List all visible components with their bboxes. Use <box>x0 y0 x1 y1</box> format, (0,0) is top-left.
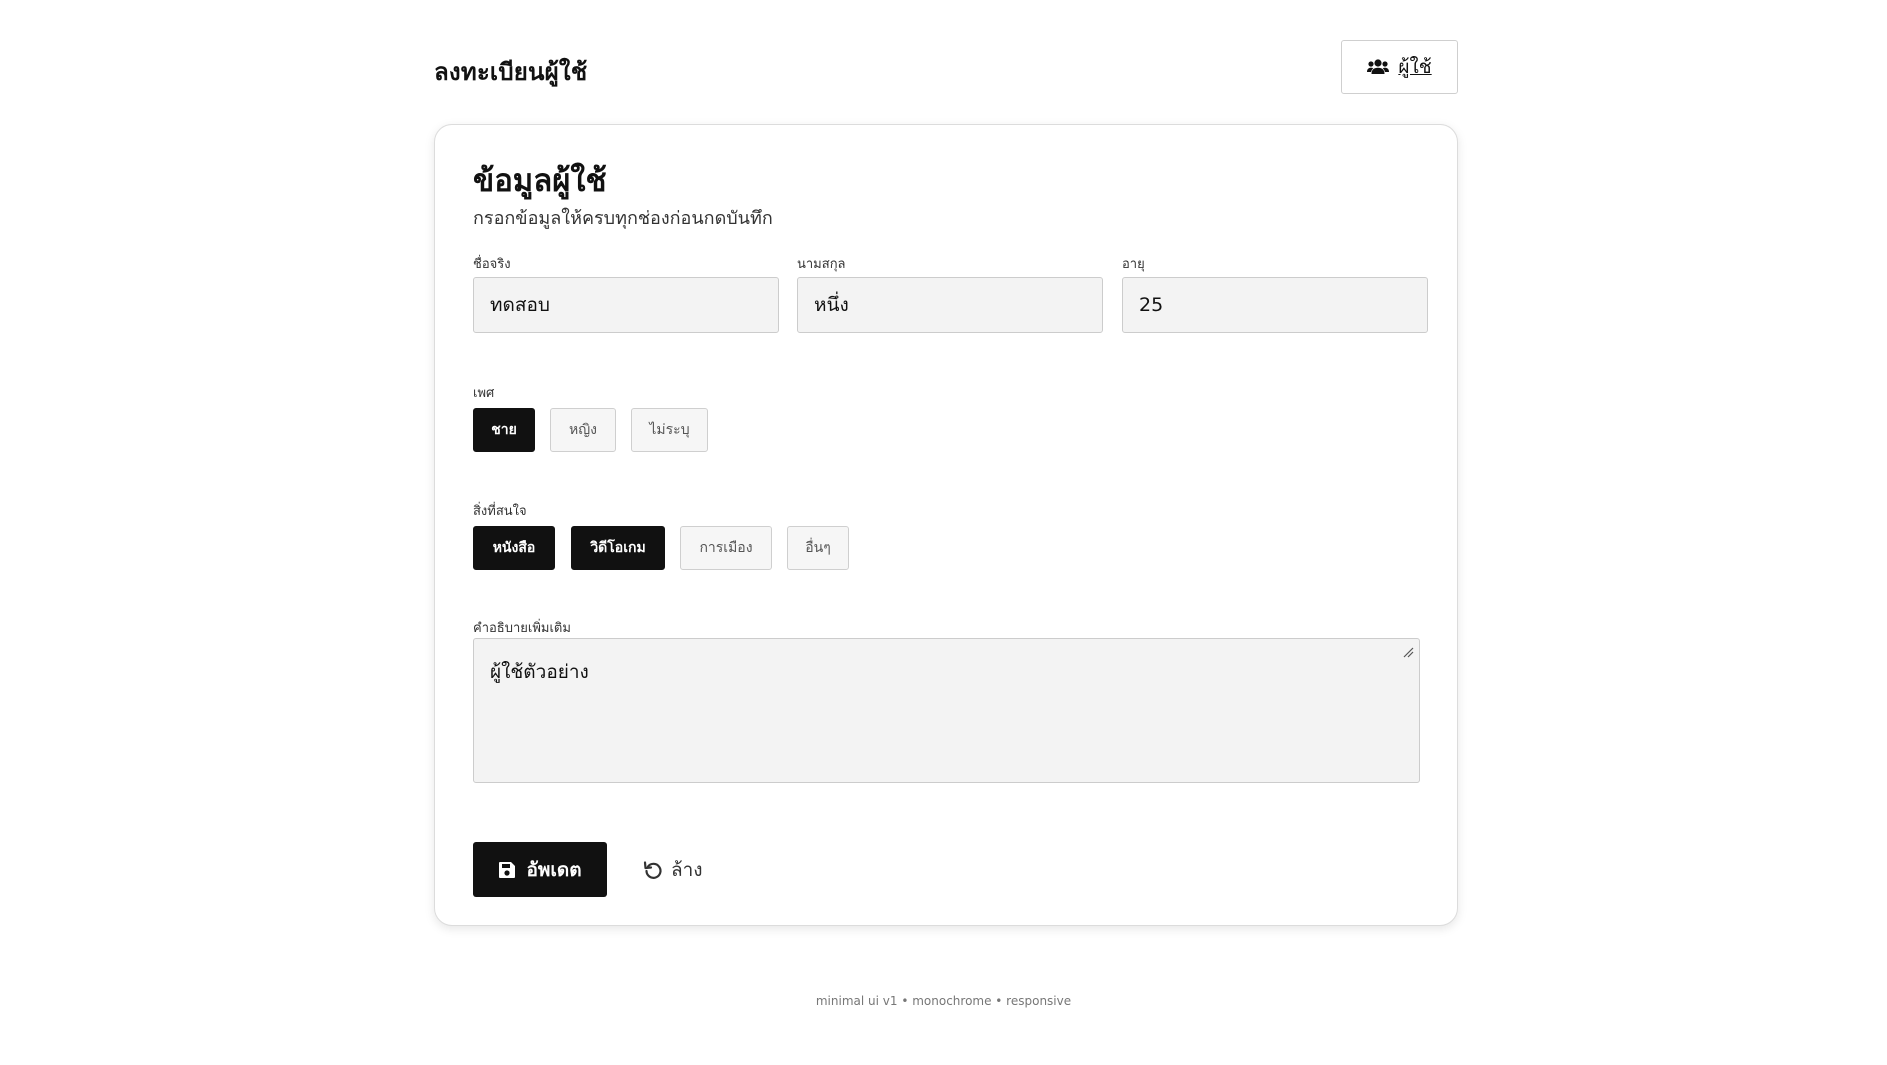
users-button-label: ผู้ใช้ <box>1398 57 1432 78</box>
interest-option-video-games[interactable]: วิดีโอเกม <box>571 526 665 570</box>
gender-option-male[interactable]: ชาย <box>473 408 535 452</box>
resize-grip-icon[interactable] <box>1402 646 1414 658</box>
update-button-label: อัพเดต <box>526 858 582 881</box>
undo-icon <box>643 860 662 879</box>
gender-label: เพศ <box>473 386 495 401</box>
first-name-input[interactable] <box>473 277 779 333</box>
user-form-card: ข้อมูลผู้ใช้ กรอกข้อมูลให้ครบทุกช่องก่อน… <box>434 124 1458 926</box>
gender-option-unspecified[interactable]: ไม่ระบุ <box>631 408 708 452</box>
card-title: ข้อมูลผู้ใช้ <box>473 163 607 199</box>
reset-button[interactable]: ล้าง <box>643 842 733 897</box>
description-textarea[interactable]: ผู้ใช้ตัวอย่าง <box>473 638 1420 783</box>
interests-label: สิ่งที่สนใจ <box>473 504 527 519</box>
top-bar: ลงทะเบียนผู้ใช้ ผู้ใช้ <box>434 40 1458 94</box>
reset-button-label: ล้าง <box>671 858 703 881</box>
users-icon <box>1367 59 1390 74</box>
age-label: อายุ <box>1122 257 1145 272</box>
first-name-label: ชื่อจริง <box>473 257 511 272</box>
update-button[interactable]: อัพเดต <box>473 842 607 897</box>
description-label: คำอธิบายเพิ่มเติม <box>473 621 571 636</box>
users-button[interactable]: ผู้ใช้ <box>1341 40 1458 94</box>
interest-option-books[interactable]: หนังสือ <box>473 526 555 570</box>
card-subtitle: กรอกข้อมูลให้ครบทุกช่องก่อนกดบันทึก <box>473 208 773 229</box>
age-input[interactable] <box>1122 277 1428 333</box>
gender-option-female[interactable]: หญิง <box>550 408 616 452</box>
last-name-input[interactable] <box>797 277 1103 333</box>
footer-text: minimal ui v1 • monochrome • responsive <box>815 994 1072 1008</box>
interest-option-other[interactable]: อื่นๆ <box>787 526 849 570</box>
interest-option-politics[interactable]: การเมือง <box>680 526 772 570</box>
floppy-disk-icon <box>499 861 516 878</box>
last-name-label: นามสกุล <box>797 257 846 272</box>
page-title: ลงทะเบียนผู้ใช้ <box>434 58 588 86</box>
